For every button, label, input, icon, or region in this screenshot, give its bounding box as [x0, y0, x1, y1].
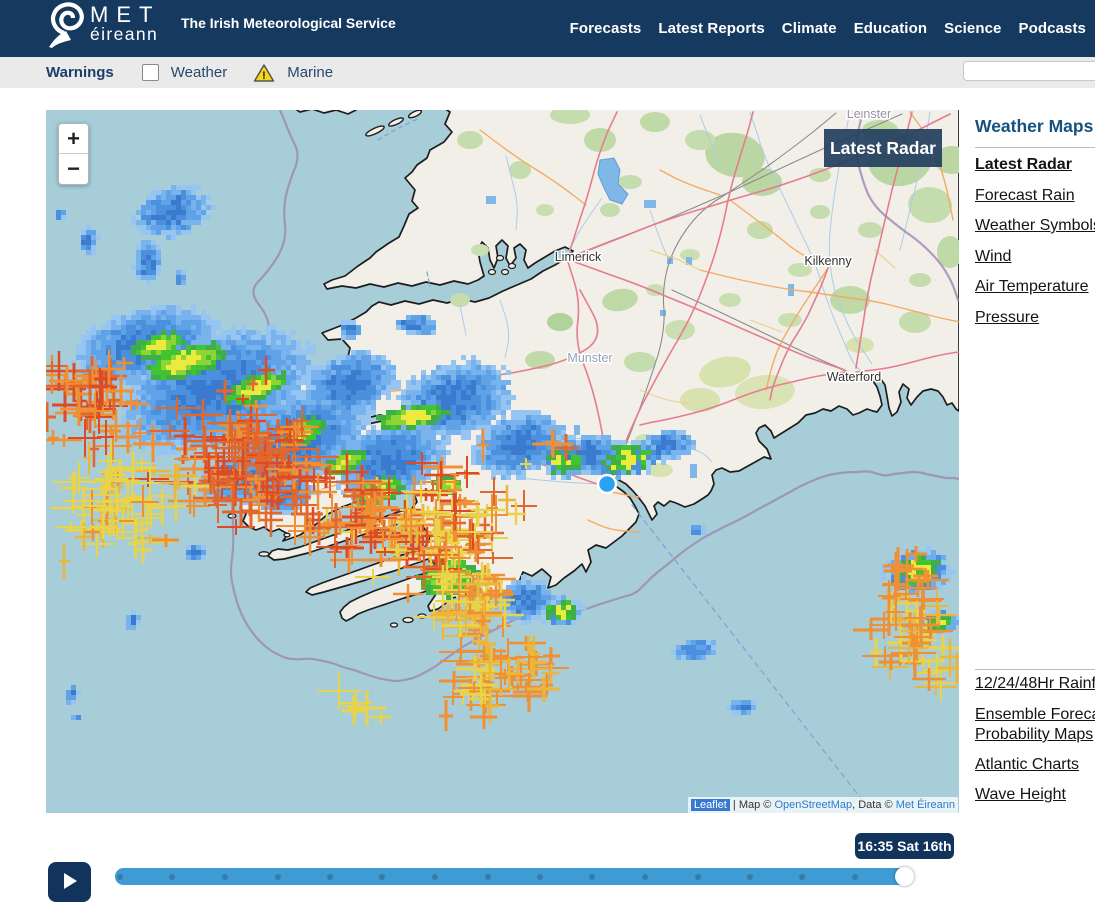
svg-text:!: ! — [262, 70, 266, 82]
svg-text:Munster: Munster — [567, 351, 612, 365]
svg-text:Kilkenny: Kilkenny — [804, 254, 852, 268]
svg-text:Waterford: Waterford — [827, 370, 881, 384]
svg-text:Leinster: Leinster — [847, 110, 891, 121]
svg-text:Limerick: Limerick — [555, 250, 602, 264]
svg-text:éireann: éireann — [90, 24, 158, 44]
